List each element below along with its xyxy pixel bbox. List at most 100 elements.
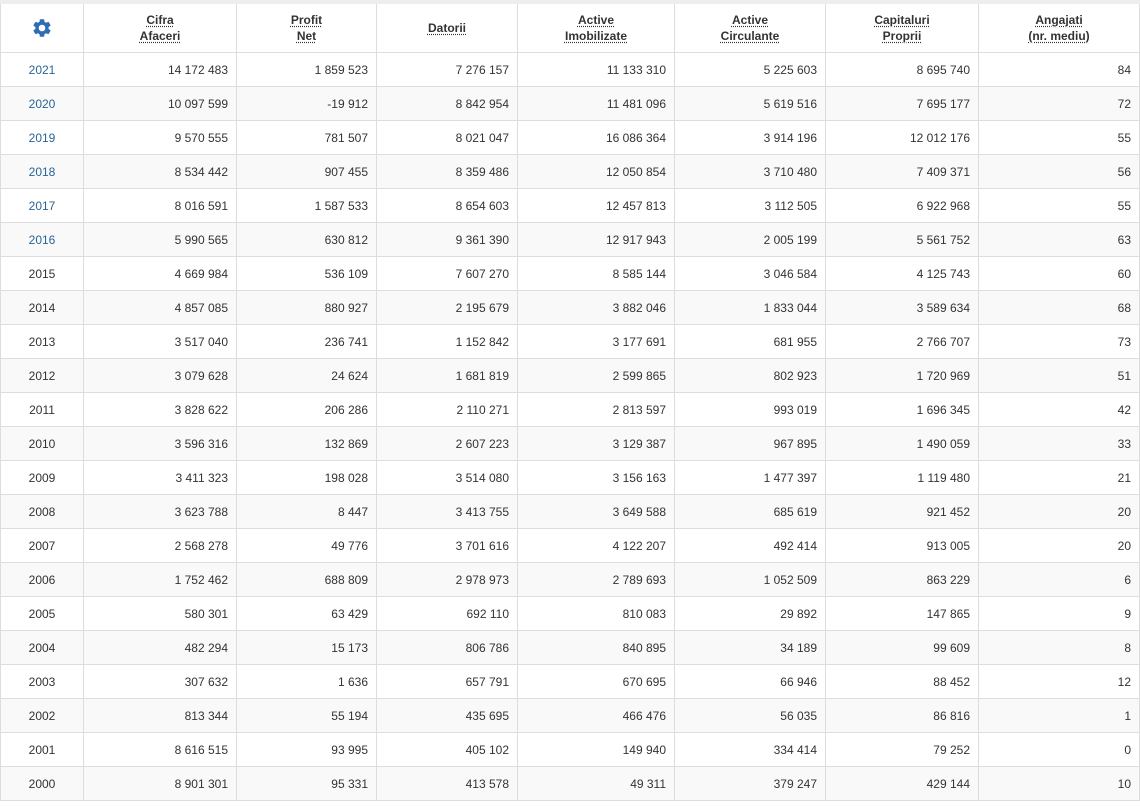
value-cell: 60 bbox=[978, 256, 1140, 291]
year-cell[interactable]: 2019 bbox=[0, 120, 84, 155]
value-cell: 16 086 364 bbox=[517, 120, 675, 155]
year-cell[interactable]: 2020 bbox=[0, 86, 84, 121]
header-label-line1: Datorii bbox=[427, 21, 466, 35]
value-cell: 813 344 bbox=[83, 698, 237, 733]
year-cell[interactable]: 2016 bbox=[0, 222, 84, 257]
header-datorii[interactable]: Datorii bbox=[376, 4, 518, 53]
header-label-line1: Active bbox=[731, 13, 769, 27]
header-label-line2: Imobilizate bbox=[564, 29, 627, 43]
year-label: 2009 bbox=[28, 470, 56, 485]
value-cell: 3 411 323 bbox=[83, 460, 237, 495]
value-cell: 688 809 bbox=[236, 562, 377, 597]
value-cell: 536 109 bbox=[236, 256, 377, 291]
value-cell: 2 978 973 bbox=[376, 562, 518, 597]
value-cell: 79 252 bbox=[825, 732, 979, 767]
header-cifra-afaceri[interactable]: Cifra Afaceri bbox=[83, 4, 237, 53]
header-label-line2: Circulante bbox=[720, 29, 780, 43]
value-cell: 236 741 bbox=[236, 324, 377, 359]
value-cell: 12 457 813 bbox=[517, 188, 675, 223]
year-label: 2007 bbox=[28, 538, 56, 553]
value-cell: 9 570 555 bbox=[83, 120, 237, 155]
value-cell: 692 110 bbox=[376, 596, 518, 631]
value-cell: 4 669 984 bbox=[83, 256, 237, 291]
value-cell: 2 568 278 bbox=[83, 528, 237, 563]
financial-table-panel: Cifra Afaceri Profit Net Datorii Active Imobil… bbox=[0, 0, 1140, 809]
year-label: 2000 bbox=[28, 776, 56, 791]
settings-cell[interactable] bbox=[0, 4, 84, 53]
year-link[interactable]: 2017 bbox=[29, 199, 56, 213]
value-cell: -19 912 bbox=[236, 86, 377, 121]
value-cell: 1 587 533 bbox=[236, 188, 377, 223]
value-cell: 1 833 044 bbox=[674, 290, 826, 325]
value-cell: 4 122 207 bbox=[517, 528, 675, 563]
year-label: 2014 bbox=[28, 300, 56, 315]
value-cell: 21 bbox=[978, 460, 1140, 495]
year-cell: 2012 bbox=[0, 358, 84, 393]
value-cell: 55 194 bbox=[236, 698, 377, 733]
header-profit-net[interactable]: Profit Net bbox=[236, 4, 377, 53]
value-cell: 56 bbox=[978, 154, 1140, 189]
value-cell: 681 955 bbox=[674, 324, 826, 359]
value-cell: 8 021 047 bbox=[376, 120, 518, 155]
value-cell: 781 507 bbox=[236, 120, 377, 155]
value-cell: 413 578 bbox=[376, 766, 518, 801]
value-cell: 2 789 693 bbox=[517, 562, 675, 597]
gear-icon[interactable] bbox=[31, 17, 53, 39]
value-cell: 24 624 bbox=[236, 358, 377, 393]
header-label-line2: Afaceri bbox=[139, 29, 181, 43]
value-cell: 56 035 bbox=[674, 698, 826, 733]
value-cell: 10 097 599 bbox=[83, 86, 237, 121]
year-link[interactable]: 2018 bbox=[29, 165, 56, 179]
header-label-line1: Profit bbox=[290, 13, 323, 27]
value-cell: 15 173 bbox=[236, 630, 377, 665]
value-cell: 7 607 270 bbox=[376, 256, 518, 291]
year-cell: 2008 bbox=[0, 494, 84, 529]
header-angajati[interactable]: Angajati (nr. mediu) bbox=[978, 4, 1140, 53]
value-cell: 921 452 bbox=[825, 494, 979, 529]
table-row: 2004 482 294 15 173 806 786 840 895 34 189 99 … bbox=[0, 630, 1140, 665]
value-cell: 435 695 bbox=[376, 698, 518, 733]
value-cell: 11 133 310 bbox=[517, 52, 675, 87]
header-label-line2: Proprii bbox=[882, 29, 922, 43]
year-link[interactable]: 2019 bbox=[29, 131, 56, 145]
value-cell: 51 bbox=[978, 358, 1140, 393]
value-cell: 7 695 177 bbox=[825, 86, 979, 121]
value-cell: 379 247 bbox=[674, 766, 826, 801]
header-active-imobilizate[interactable]: Active Imobilizate bbox=[517, 4, 675, 53]
year-label: 2004 bbox=[28, 640, 56, 655]
value-cell: 8 585 144 bbox=[517, 256, 675, 291]
value-cell: 33 bbox=[978, 426, 1140, 461]
value-cell: 630 812 bbox=[236, 222, 377, 257]
year-label: 2012 bbox=[28, 368, 56, 383]
value-cell: 29 892 bbox=[674, 596, 826, 631]
table-row: 2016 5 990 565 630 812 9 361 390 12 917 943 2… bbox=[0, 222, 1140, 257]
year-cell: 2003 bbox=[0, 664, 84, 699]
year-label: 2006 bbox=[28, 572, 56, 587]
value-cell: 149 940 bbox=[517, 732, 675, 767]
value-cell: 2 005 199 bbox=[674, 222, 826, 257]
year-cell[interactable]: 2018 bbox=[0, 154, 84, 189]
table-row: 2013 3 517 040 236 741 1 152 842 3 177 691 68… bbox=[0, 324, 1140, 359]
year-link[interactable]: 2020 bbox=[29, 97, 56, 111]
value-cell: 863 229 bbox=[825, 562, 979, 597]
year-cell[interactable]: 2021 bbox=[0, 52, 84, 87]
value-cell: 3 649 588 bbox=[517, 494, 675, 529]
value-cell: 198 028 bbox=[236, 460, 377, 495]
value-cell: 1 119 480 bbox=[825, 460, 979, 495]
value-cell: 1 bbox=[978, 698, 1140, 733]
value-cell: 95 331 bbox=[236, 766, 377, 801]
value-cell: 307 632 bbox=[83, 664, 237, 699]
year-cell[interactable]: 2017 bbox=[0, 188, 84, 223]
value-cell: 55 bbox=[978, 188, 1140, 223]
value-cell: 3 828 622 bbox=[83, 392, 237, 427]
header-capitaluri-proprii[interactable]: Capitaluri Proprii bbox=[825, 4, 979, 53]
table-body: 2021 14 172 483 1 859 523 7 276 157 11 133 3… bbox=[0, 52, 1140, 801]
value-cell: 1 490 059 bbox=[825, 426, 979, 461]
year-cell: 2013 bbox=[0, 324, 84, 359]
value-cell: 670 695 bbox=[517, 664, 675, 699]
year-link[interactable]: 2021 bbox=[29, 63, 56, 77]
value-cell: 34 189 bbox=[674, 630, 826, 665]
header-active-circulante[interactable]: Active Circulante bbox=[674, 4, 826, 53]
year-link[interactable]: 2016 bbox=[29, 233, 56, 247]
value-cell: 4 857 085 bbox=[83, 290, 237, 325]
